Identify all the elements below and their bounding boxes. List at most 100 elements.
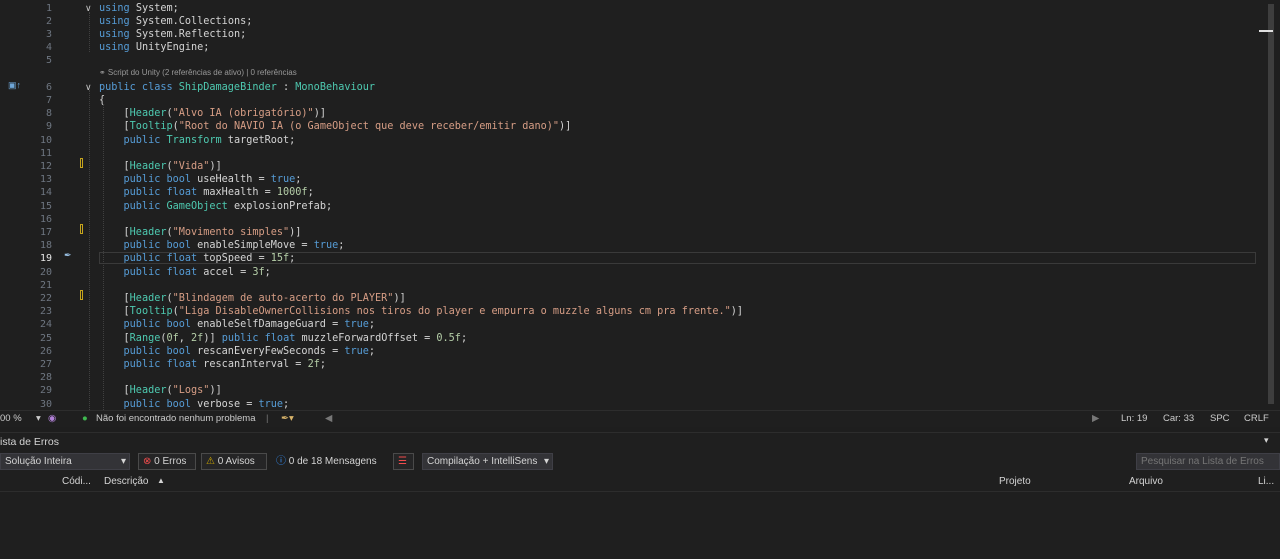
code-text[interactable]: public GameObject explosionPrefab; — [99, 200, 333, 213]
code-line[interactable]: 4 using UnityEngine; — [0, 41, 1256, 54]
code-text[interactable]: public bool enableSimpleMove = true; — [99, 239, 345, 252]
code-text[interactable]: public class ShipDamageBinder : MonoBeha… — [99, 81, 375, 94]
code-text[interactable]: public Transform targetRoot; — [99, 134, 296, 147]
code-line[interactable]: 30 public bool verbose = true; — [0, 398, 1256, 411]
copilot-icon[interactable]: ◉ — [48, 413, 56, 424]
code-token: System; — [135, 2, 179, 14]
code-line[interactable]: 27 public float rescanInterval = 2f; — [0, 358, 1256, 371]
code-text[interactable]: [Header("Movimento simples")] — [99, 226, 302, 239]
search-error-list-input[interactable] — [1136, 453, 1280, 470]
panel-title: ista de Erros — [0, 436, 59, 448]
code-line[interactable]: 23 [Tooltip("Liga DisableOwnerCollisions… — [0, 305, 1256, 318]
code-line[interactable]: 11 — [0, 147, 1256, 160]
code-text[interactable]: using System.Reflection; — [99, 28, 246, 41]
brush-icon[interactable]: ✒▾ — [281, 413, 294, 424]
scroll-left-icon[interactable]: ◀ — [325, 413, 332, 424]
code-line[interactable]: 17 [Header("Movimento simples")] — [0, 226, 1256, 239]
code-line[interactable]: 9 [Tooltip("Root do NAVIO IA (o GameObje… — [0, 120, 1256, 133]
line-number: 16 — [39, 213, 52, 225]
code-line[interactable]: 3 using System.Reflection; — [0, 28, 1256, 41]
code-line[interactable]: 8 [Header("Alvo IA (obrigatório)")] — [0, 107, 1256, 120]
column-number[interactable]: Car: 33 — [1163, 413, 1194, 424]
messages-filter-button[interactable]: ⓘ 0 de 18 Mensagens — [276, 453, 377, 470]
line-number: 24 — [39, 319, 52, 331]
code-text[interactable]: [Header("Blindagem de auto-acerto do PLA… — [99, 292, 406, 305]
code-line[interactable]: 25 [Range(0f, 2f)] public float muzzleFo… — [0, 332, 1256, 345]
code-text[interactable]: public float maxHealth = 1000f; — [99, 186, 314, 199]
code-line[interactable]: 12 [Header("Vida")] — [0, 160, 1256, 173]
code-line[interactable]: 15 public GameObject explosionPrefab; — [0, 200, 1256, 213]
column-header-line[interactable]: Li... — [1258, 476, 1274, 487]
code-text[interactable]: [Range(0f, 2f)] public float muzzleForwa… — [99, 332, 468, 345]
editor-status-bar: 00 % ▾ ◉ ● Não foi encontrado nenhum pro… — [0, 410, 1280, 427]
code-line[interactable]: 21 — [0, 279, 1256, 292]
panel-menu-icon[interactable]: ▾ — [1264, 435, 1269, 446]
code-text[interactable]: public bool useHealth = true; — [99, 173, 302, 186]
build-filter-dropdown[interactable]: Compilação + IntelliSens ▾ — [422, 453, 553, 470]
code-text[interactable]: using System.Collections; — [99, 15, 252, 28]
errors-filter-button[interactable]: ⊗ 0 Erros — [138, 453, 196, 470]
code-token: Tooltip — [129, 121, 173, 133]
filter-toggle-button[interactable]: ☰ — [393, 453, 414, 470]
code-text[interactable]: public float rescanInterval = 2f; — [99, 358, 326, 371]
line-number[interactable]: Ln: 19 — [1121, 413, 1147, 424]
code-line[interactable]: 6 ∨ public class ShipDamageBinder : MonoBe… — [0, 81, 1256, 94]
code-line[interactable]: 26 public bool rescanEveryFewSeconds = t… — [0, 345, 1256, 358]
code-text[interactable]: [Header("Alvo IA (obrigatório)")] — [99, 107, 326, 120]
code-text[interactable]: [Header("Logs")] — [99, 384, 222, 397]
problems-status[interactable]: Não foi encontrado nenhum problema — [96, 413, 256, 424]
code-text[interactable]: [Tooltip("Liga DisableOwnerCollisions no… — [99, 305, 744, 318]
code-line[interactable]: 24 public bool enableSelfDamageGuard = t… — [0, 318, 1256, 331]
scrollbar-thumb[interactable] — [1268, 4, 1274, 404]
code-text[interactable]: public bool rescanEveryFewSeconds = true… — [99, 345, 376, 358]
code-token: MonoBehaviour — [295, 81, 376, 93]
code-line[interactable]: 14 public float maxHealth = 1000f; — [0, 186, 1256, 199]
code-text[interactable]: using UnityEngine; — [99, 41, 209, 54]
code-text[interactable]: public float topSpeed = 15f; — [99, 252, 296, 265]
line-number: 15 — [39, 200, 52, 212]
code-line[interactable]: 29 [Header("Logs")] — [0, 384, 1256, 397]
quick-action-brush-icon[interactable]: ✒ — [64, 250, 72, 261]
zoom-level[interactable]: 00 % — [0, 413, 22, 424]
warnings-filter-button[interactable]: ⚠ 0 Avisos — [201, 453, 267, 470]
line-ending[interactable]: CRLF — [1244, 413, 1269, 424]
column-header-description[interactable]: Descrição — [104, 476, 148, 487]
code-text[interactable]: public bool enableSelfDamageGuard = true… — [99, 318, 376, 331]
code-line[interactable]: 18 public bool enableSimpleMove = true; — [0, 239, 1256, 252]
unity-message-icon[interactable]: ▣↑ — [8, 80, 21, 91]
line-number: 10 — [39, 134, 52, 146]
code-line[interactable]: 16 — [0, 213, 1256, 226]
code-line[interactable]: 7{ — [0, 94, 1256, 107]
code-token: GameObject — [166, 200, 228, 212]
codelens[interactable]: ⚭ Script do Unity (2 referências de ativ… — [99, 67, 297, 78]
code-token: useHealth = — [197, 174, 271, 186]
code-token: public float — [99, 253, 204, 265]
zoom-dropdown-icon[interactable]: ▾ — [36, 413, 41, 424]
code-editor[interactable]: 1 ∨ using System; 2 using System.Collections… — [0, 0, 1280, 410]
code-text[interactable]: public bool verbose = true; — [99, 398, 290, 411]
code-token: Header — [129, 160, 167, 172]
code-token: true — [270, 174, 296, 186]
code-line[interactable]: 20 public float accel = 3f; — [0, 266, 1256, 279]
whitespace-mode[interactable]: SPC — [1210, 413, 1230, 424]
code-text[interactable]: [Header("Vida")] — [99, 160, 222, 173]
code-token: public bool — [99, 319, 198, 331]
column-header-project[interactable]: Projeto — [999, 476, 1031, 487]
code-line[interactable]: 28 — [0, 371, 1256, 384]
code-token: public float — [99, 266, 204, 278]
code-line[interactable]: 5 — [0, 54, 1256, 67]
scope-dropdown[interactable]: Solução Inteira ▾ — [0, 453, 130, 470]
code-line[interactable]: 10 public Transform targetRoot; — [0, 134, 1256, 147]
code-line[interactable]: 1 ∨ using System; — [0, 2, 1256, 15]
code-line[interactable]: 22 [Header("Blindagem de auto-acerto do … — [0, 292, 1256, 305]
scroll-right-icon[interactable]: ▶ — [1092, 413, 1099, 424]
code-line[interactable]: 2 using System.Collections; — [0, 15, 1256, 28]
code-line[interactable]: 19 public float topSpeed = 15f; — [0, 252, 1256, 265]
column-header-code[interactable]: Códi... — [62, 476, 91, 487]
code-text[interactable]: public float accel = 3f; — [99, 266, 271, 279]
column-header-file[interactable]: Arquivo — [1129, 476, 1163, 487]
code-text[interactable]: [Tooltip("Root do NAVIO IA (o GameObject… — [99, 120, 572, 133]
code-token: ; — [283, 398, 290, 410]
code-line[interactable]: 13 public bool useHealth = true; — [0, 173, 1256, 186]
code-text[interactable]: using System; — [99, 2, 179, 15]
